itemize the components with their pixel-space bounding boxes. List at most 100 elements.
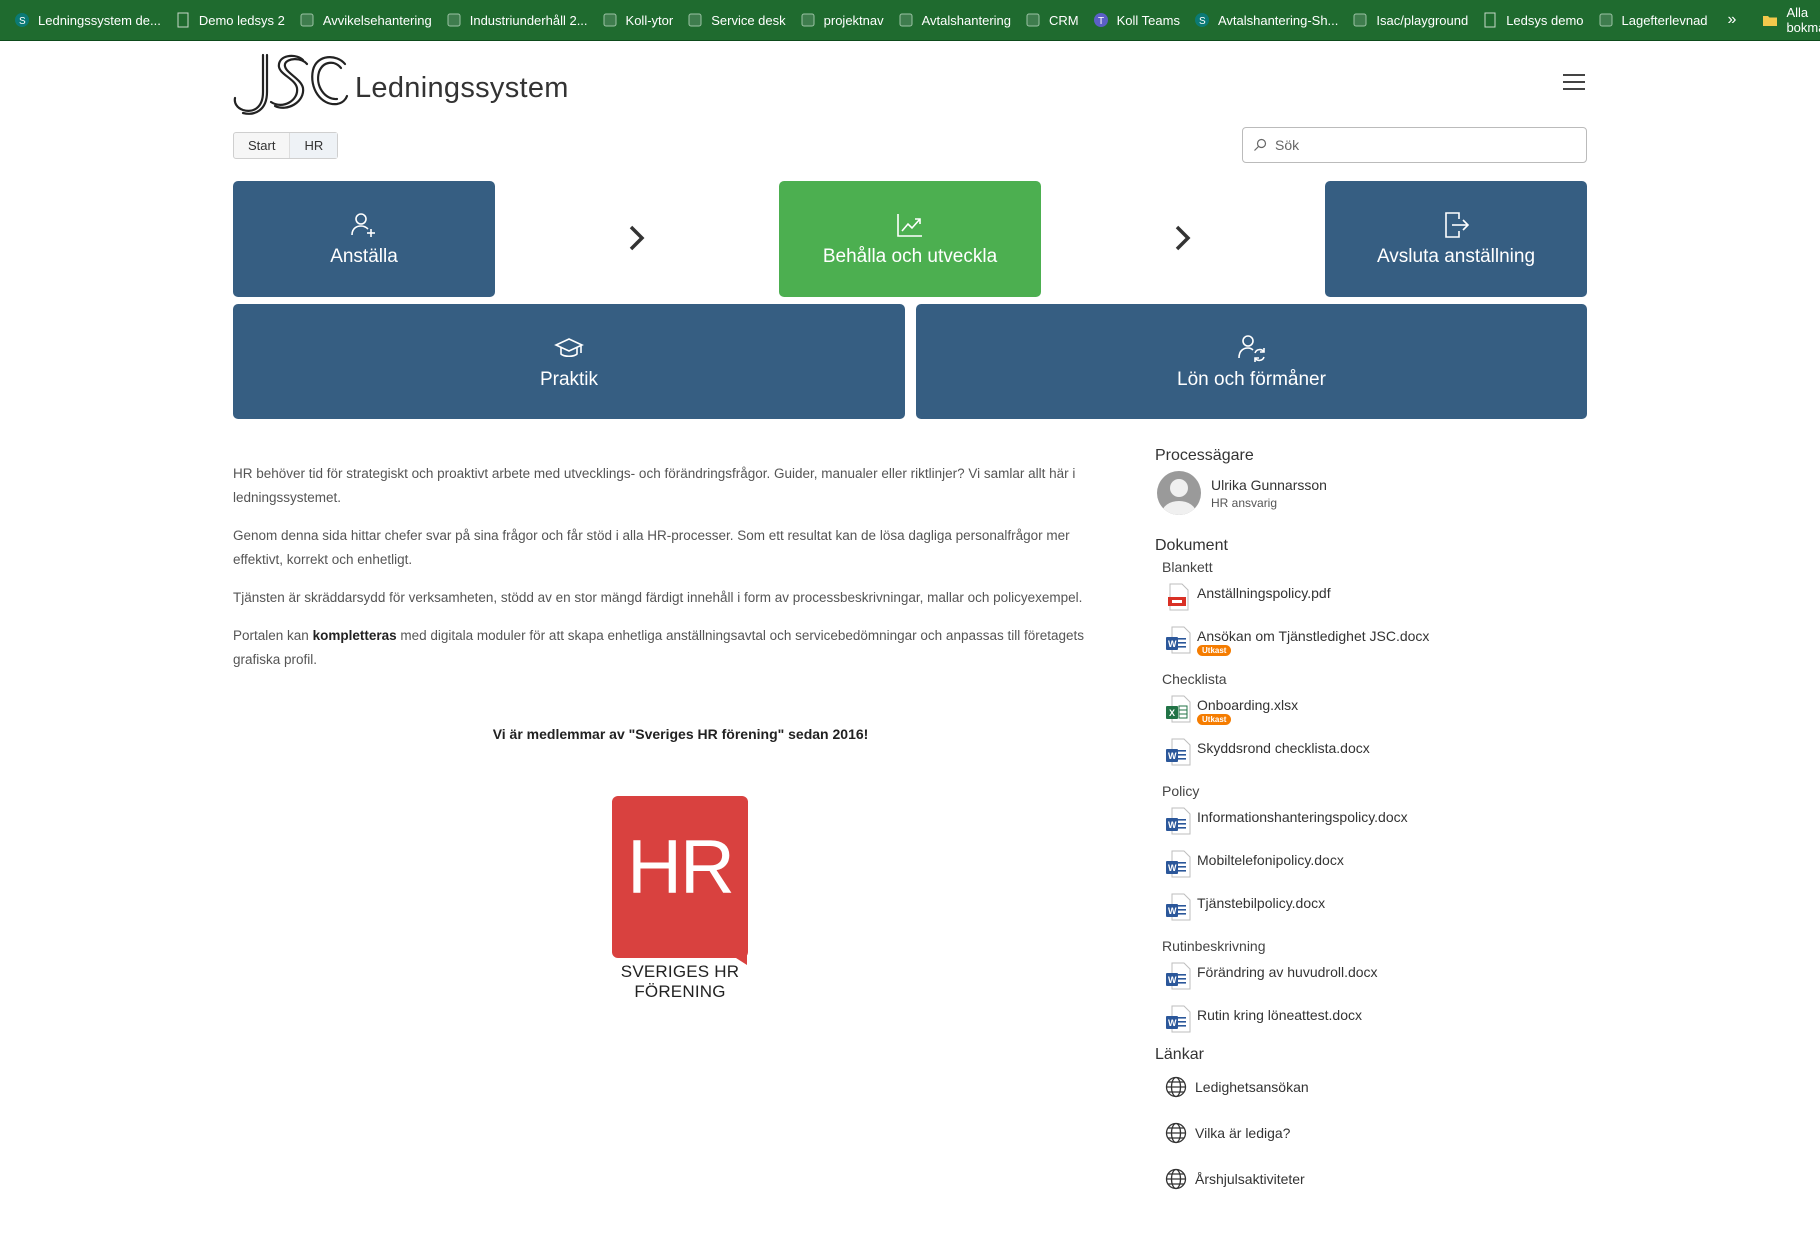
document-item[interactable]: W Rutin kring löneattest.docx [1165,1003,1595,1046]
chevron-right-icon [1175,225,1191,251]
process-owner-heading: Processägare [1155,447,1254,464]
bookmark-item[interactable]: Isac/playground [1348,6,1478,34]
svg-text:W: W [1168,639,1177,649]
word-icon: W [1166,850,1191,878]
sharepoint-page-icon [898,12,914,28]
word-icon: W [1166,1005,1191,1033]
intro-paragraph: Portalen kan kompletteras med digitala m… [233,628,1085,667]
bookmark-item[interactable]: projektnav [796,6,894,34]
globe-icon [1165,1076,1187,1098]
bookmark-item[interactable]: CRM [1021,6,1089,34]
all-bookmarks-button[interactable]: Alla bokmärken [1762,5,1820,35]
bookmark-item[interactable]: Koll-ytor [598,6,684,34]
breadcrumb-item-start[interactable]: Start [234,133,289,158]
sharepoint-page-icon [1025,12,1041,28]
bookmark-item[interactable]: T Koll Teams [1089,6,1190,34]
intro-text: HR behöver tid för strategiskt och proak… [233,462,1103,686]
membership-text: Vi är medlemmar av "Sveriges HR förening… [492,726,869,742]
site-header: Ledningssystem [233,52,1587,118]
breadcrumb-item-hr[interactable]: HR [289,133,338,158]
svg-text:T: T [1098,16,1104,27]
svg-text:W: W [1168,975,1177,985]
more-bookmarks-button[interactable]: » [1718,11,1747,29]
word-icon: W [1166,807,1191,835]
sharepoint-icon: S [1194,12,1210,28]
pdf-icon [1168,583,1189,611]
svg-text:W: W [1168,751,1177,761]
exit-icon [1445,212,1470,238]
search-input[interactable] [1275,137,1575,153]
document-item[interactable]: W Tjänstebilpolicy.docx [1165,891,1595,934]
tile-behalla-och-utveckla[interactable]: Behålla och utveckla [779,181,1041,297]
chevron-right-icon [629,225,645,251]
globe-icon [1165,1168,1187,1190]
tile-lon-och-formaner[interactable]: Lön och förmåner [916,304,1587,419]
sharepoint-page-icon [299,12,315,28]
sharepoint-page-icon [602,12,618,28]
bookmark-item[interactable]: S Avtalshantering-Sh... [1190,6,1348,34]
document-item[interactable]: X Onboarding.xlsx Utkast [1165,693,1595,736]
doc-category: Policy [1162,783,1200,799]
svg-text:S: S [19,16,26,27]
document-item[interactable]: W Mobiltelefonipolicy.docx [1165,848,1595,891]
link-item[interactable]: Ledighetsansökan [1165,1064,1595,1110]
process-owner[interactable]: Ulrika Gunnarsson HR ansvarig [1157,471,1595,515]
svg-text:W: W [1168,1018,1177,1028]
doc-category: Rutinbeskrivning [1162,938,1266,954]
avatar [1157,471,1201,515]
link-item[interactable]: Vilka är lediga? [1165,1110,1595,1156]
site-brand-title: Ledningssystem [355,72,569,104]
bookmark-item[interactable]: Industriunderhåll 2... [442,6,598,34]
svg-text:W: W [1168,820,1177,830]
excel-icon: X [1166,695,1191,723]
bookmark-item[interactable]: Avvikelsehantering [295,6,442,34]
tile-praktik[interactable]: Praktik [233,304,905,419]
word-icon: W [1166,738,1191,766]
document-item[interactable]: W Informationshanteringspolicy.docx [1165,805,1595,848]
sidebar: Processägare Ulrika Gunnarsson HR ansvar… [1155,447,1595,1202]
page-icon [1482,12,1498,28]
search-box [1242,127,1587,163]
owner-name: Ulrika Gunnarsson [1211,476,1327,493]
bookmark-item[interactable]: Service desk [683,6,795,34]
document-item[interactable]: W Skyddsrond checklista.docx [1165,736,1595,779]
word-icon: W [1166,626,1191,654]
intro-paragraph: HR behöver tid för strategiskt och proak… [233,466,1076,505]
doc-category: Checklista [1162,671,1227,687]
owner-role: HR ansvarig [1211,495,1278,510]
bookmarks-bar: S Ledningssystem de... Demo ledsys 2 Avv… [0,0,1820,41]
bookmark-item[interactable]: Lagefterlevnad [1594,6,1718,34]
svg-text:W: W [1168,906,1177,916]
links-heading: Länkar [1155,1046,1204,1063]
intro-paragraph: Genom denna sida hittar chefer svar på s… [233,528,1070,567]
bookmark-item[interactable]: Demo ledsys 2 [171,6,295,34]
hr-logo-box: HR [612,796,748,958]
document-item[interactable]: W Ansökan om Tjänstledighet JSC.docx Utk… [1165,624,1595,667]
status-badge: Utkast [1197,714,1232,725]
teams-icon: T [1093,12,1109,28]
graduation-cap-icon [554,337,584,357]
chart-growth-icon [897,214,922,237]
svg-text:W: W [1168,863,1177,873]
tile-avsluta-anstallning[interactable]: Avsluta anställning [1325,181,1587,297]
document-item[interactable]: Anställningspolicy.pdf [1165,581,1595,624]
document-item[interactable]: W Förändring av huvudroll.docx [1165,960,1595,1003]
sveriges-hr-forening-logo: HR SVERIGES HR FÖRENING [580,796,780,1001]
tile-anstalla[interactable]: Anställa [233,181,495,297]
link-item[interactable]: Årshjulsaktiviteter [1165,1156,1595,1202]
doc-category: Blankett [1162,559,1213,575]
word-icon: W [1166,893,1191,921]
bookmark-item[interactable]: Ledsys demo [1478,6,1593,34]
menu-icon[interactable] [1563,74,1585,92]
documents-heading: Dokument [1155,537,1228,554]
sharepoint-page-icon [1352,12,1368,28]
search-icon [1253,138,1267,152]
sharepoint-page-icon [800,12,816,28]
sharepoint-page-icon [446,12,462,28]
bookmark-item[interactable]: S Ledningssystem de... [10,6,171,34]
folder-icon [1762,12,1778,28]
globe-icon [1165,1122,1187,1144]
jsc-logo[interactable] [233,52,349,116]
breadcrumb: Start HR [233,132,339,159]
bookmark-item[interactable]: Avtalshantering [894,6,1021,34]
